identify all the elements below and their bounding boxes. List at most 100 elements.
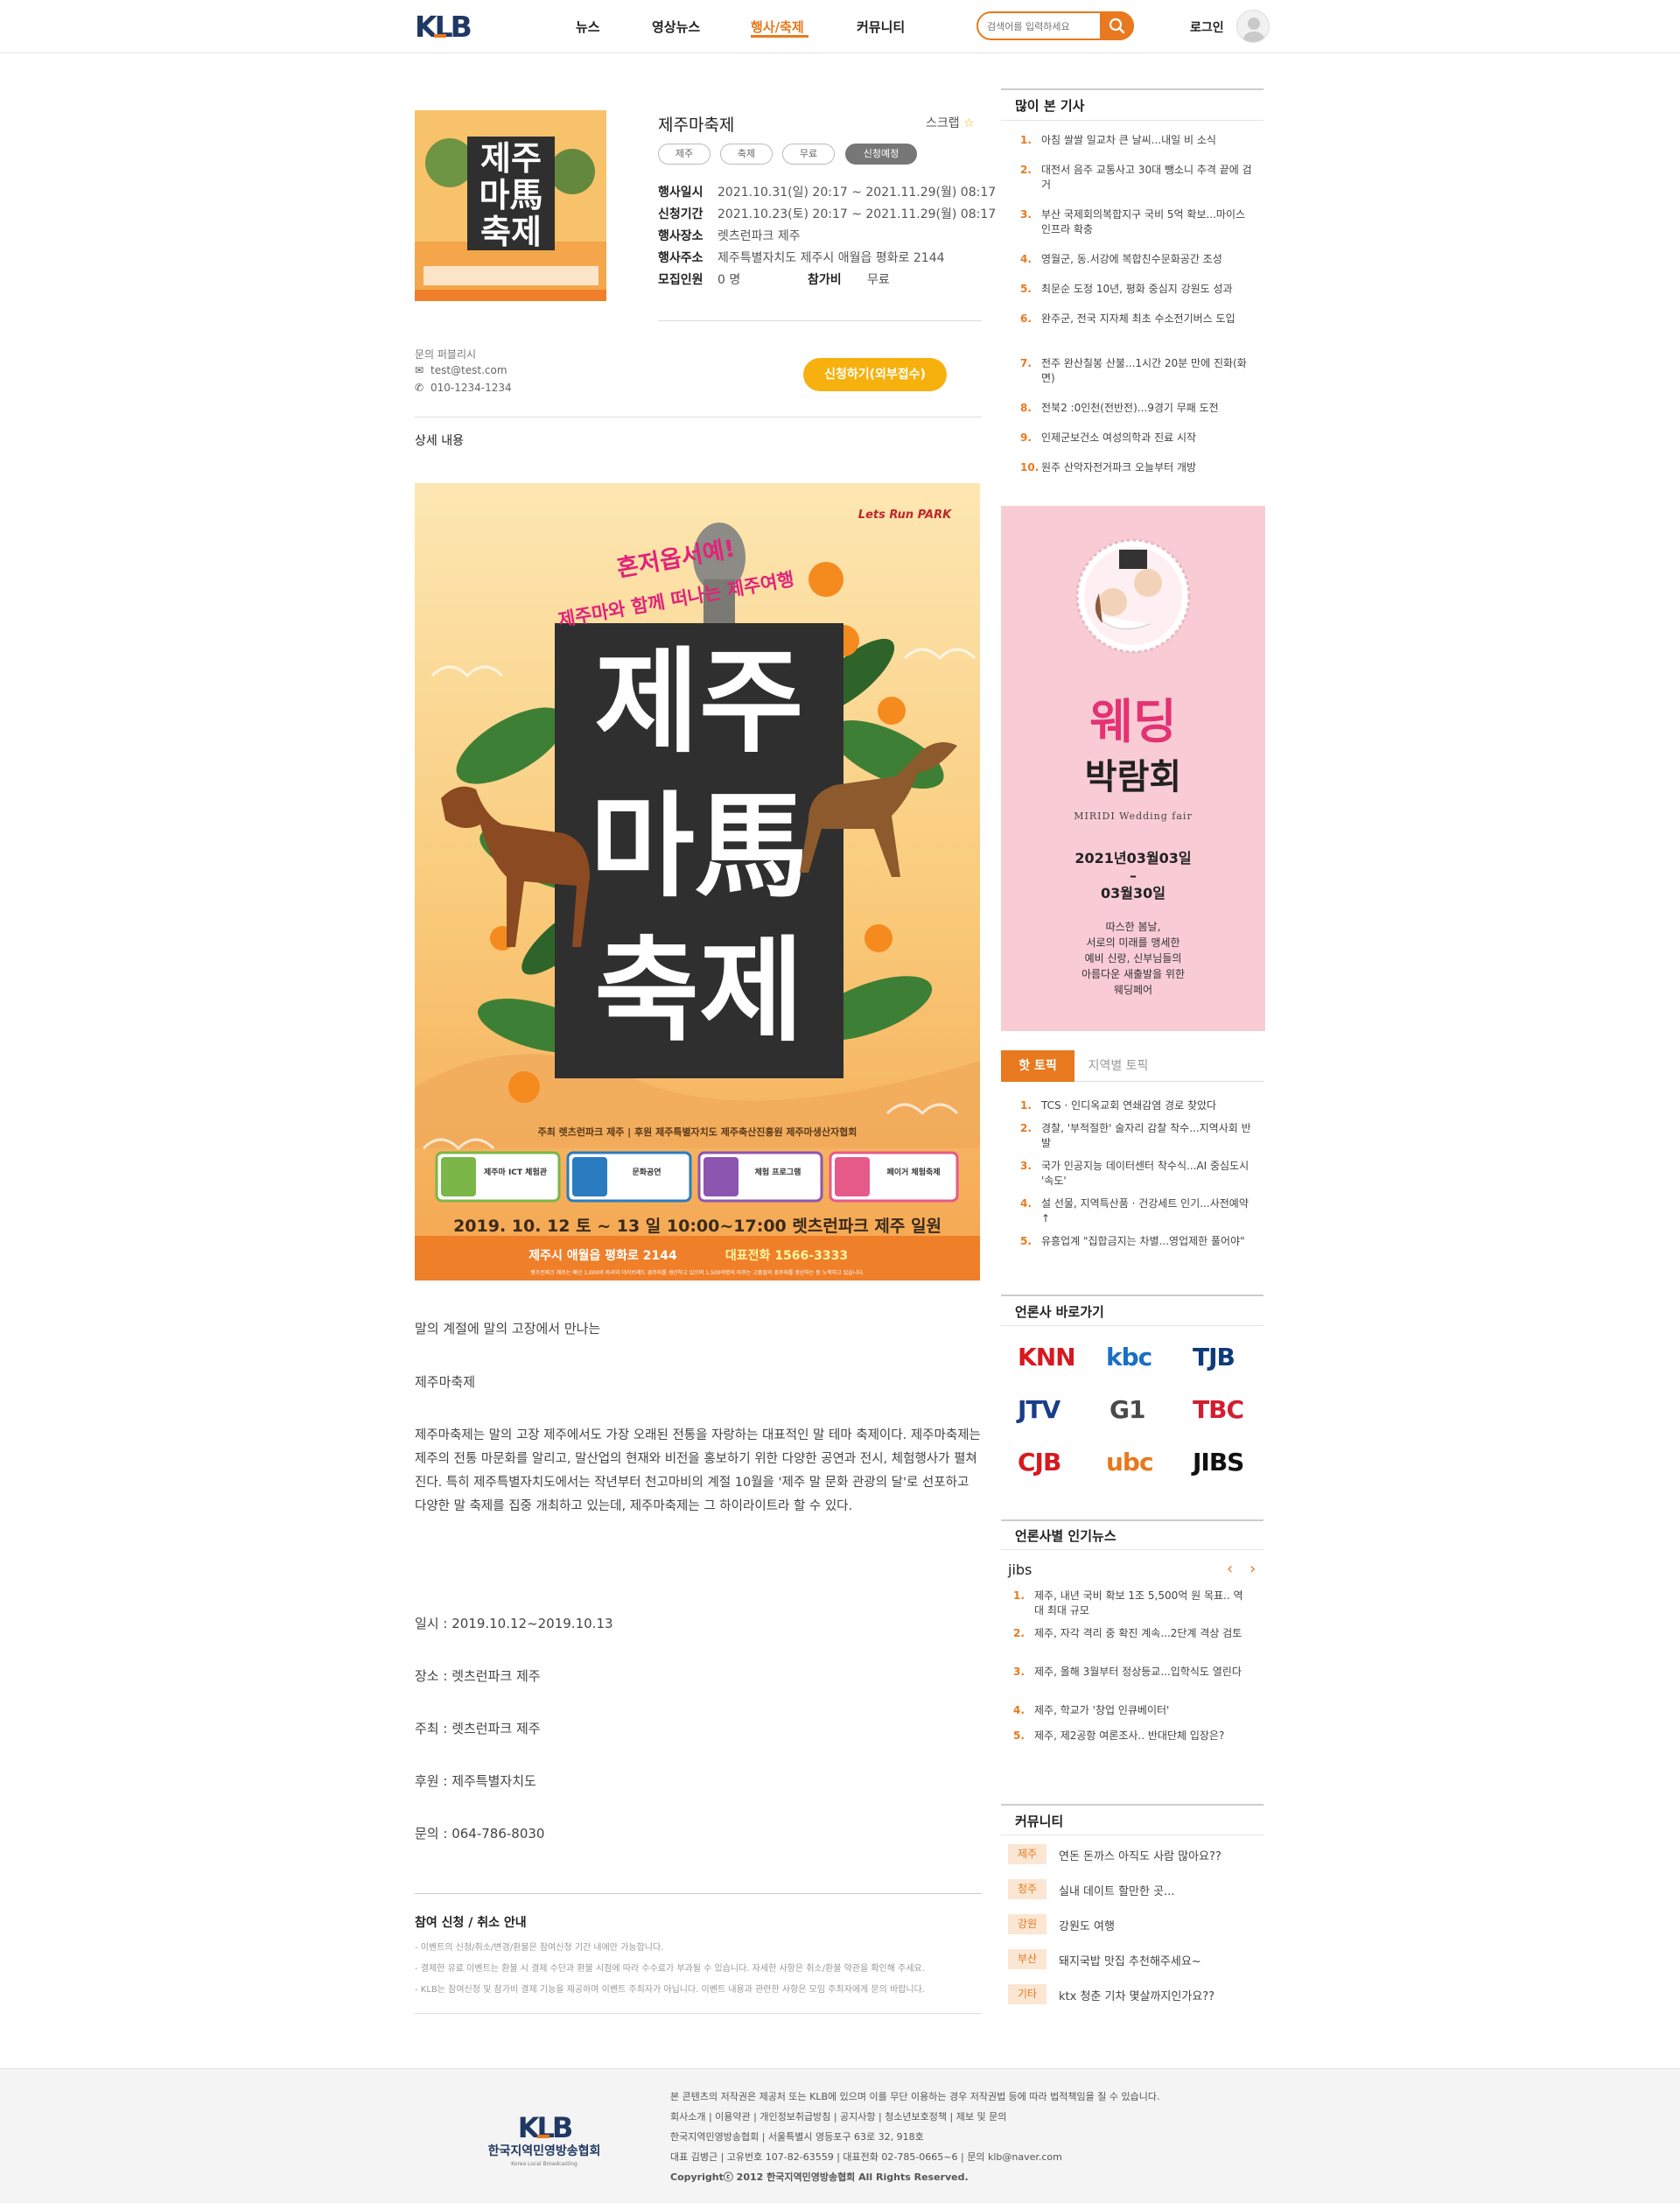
login-link[interactable]: 로그인 — [1190, 18, 1224, 36]
info-value-apply: 2021.10.23(토) 20:17 ~ 2021.11.29(월) 08:1… — [718, 207, 997, 221]
popular-item[interactable]: 9. 인제군보건소 여성의학과 진료 시작 — [1020, 431, 1256, 446]
search-input[interactable] — [987, 18, 1099, 35]
media-logo-knn[interactable]: KNN — [1018, 1343, 1076, 1372]
ad-desc-3: 예비 신랑, 신부님들의 — [1085, 952, 1182, 965]
divider — [415, 1893, 982, 1894]
section-divider — [1001, 1549, 1264, 1550]
media-logo-cjb[interactable]: CJB — [1018, 1448, 1061, 1477]
community-post-title: 연돈 돈까스 아직도 사람 많아요?? — [1059, 1850, 1222, 1863]
ad-date2: 03월30일 — [1101, 885, 1166, 902]
tab-hot-topic[interactable]: 핫 토픽 — [1001, 1050, 1074, 1082]
hot-item[interactable]: 4. 설 선물, 지역특산품 · 건강세트 인기...사전예약↑ — [1020, 1196, 1256, 1226]
media-logo-ubc[interactable]: ubc — [1106, 1448, 1154, 1477]
ad-date-dash: – — [1130, 867, 1137, 884]
popular-item[interactable]: 1. 아침 쌀쌀 일교차 큰 날씨...내일 비 소식 — [1020, 133, 1256, 148]
chevron-right-icon[interactable]: › — [1250, 1560, 1256, 1578]
media-popular-item[interactable]: 1. 제주, 내년 국비 확보 1조 5,500억 원 목표.. 역대 최대 규모 — [1013, 1589, 1250, 1618]
chevron-left-icon[interactable]: ‹ — [1227, 1560, 1233, 1578]
popular-item[interactable]: 10. 원주 산악자전거파크 오늘부터 개방 — [1020, 460, 1256, 475]
media-popular-item[interactable]: 3. 제주, 올해 3월부터 정상등교...입학식도 열린다 — [1013, 1665, 1250, 1680]
scrap-label: 스크랩 — [926, 116, 960, 130]
notice-line-3: - KLB는 참여신청 및 참가비 결제 기능을 제공하며 이벤트 주최자가 아… — [415, 1985, 925, 1995]
body-paragraph-1: 말의 계절에 말의 고장에서 만나는 — [415, 1321, 601, 1337]
poster-program-1: 제주마 ICT 체험관 — [484, 1167, 548, 1177]
ad-desc-5: 웨딩페어 — [1114, 984, 1152, 996]
community-item[interactable]: 기타 ktx 청춘 기차 몇살까지인가요?? — [1008, 1982, 1262, 2008]
phone-icon: ✆ — [415, 382, 424, 394]
community-item[interactable]: 청주 실내 데이트 할만한 곳... — [1008, 1877, 1262, 1903]
media-popular-item[interactable]: 4. 제주, 학교가 '창업 인큐베이터' — [1013, 1703, 1250, 1718]
poster-program-3: 체험 프로그램 — [755, 1167, 802, 1177]
media-logo-tbc[interactable]: TBC — [1193, 1395, 1244, 1424]
tag-category[interactable]: 축제 — [720, 144, 773, 165]
tab-underline — [1162, 1081, 1264, 1082]
body-inquiry: 문의 : 064-786-8030 — [415, 1826, 545, 1842]
body-paragraph-3: 제주마축제는 말의 고장 제주에서도 가장 오래된 전통을 자랑하는 대표적인 … — [415, 1428, 981, 1513]
phone-text: 010-1234-1234 — [430, 382, 512, 394]
hot-item[interactable]: 5. 유흥업계 "집합금지는 차별...영업제한 풀어야" — [1020, 1234, 1256, 1249]
community-post-title: ktx 청춘 기차 몇살까지인가요?? — [1059, 1990, 1215, 2003]
tag-price[interactable]: 무료 — [782, 144, 835, 165]
poster-phone: 대표전화 1566-3333 — [725, 1248, 848, 1263]
footer: KLB 한국지역민영방송협회 Korea Local Broadcasting … — [0, 2068, 1680, 2203]
tab-regional-topic[interactable]: 지역별 토픽 — [1074, 1050, 1162, 1082]
popular-item[interactable]: 7. 전주 완산칠봉 산불...1시간 20분 만에 진화(화면) — [1020, 356, 1256, 386]
hot-item[interactable]: 1. TCS · 인디옥교회 연쇄감염 경로 찾았다 — [1020, 1098, 1256, 1113]
media-popular-item[interactable]: 2. 제주, 자각 격리 중 확진 계속...2단계 격상 검토 — [1013, 1626, 1250, 1641]
community-item[interactable]: 강원 강원도 여행 — [1008, 1912, 1262, 1938]
hot-item[interactable]: 2. 경찰, '부적절한' 술자리 감찰 착수...지역사회 반발 — [1020, 1121, 1256, 1151]
nav-video-news[interactable]: 영상뉴스 — [652, 18, 700, 36]
divider — [415, 2013, 982, 2014]
email-text: test@test.com — [430, 364, 508, 376]
popular-item[interactable]: 3. 부산 국제회의복합지구 국비 5억 확보...마이스 인프라 확충 — [1020, 207, 1256, 237]
hot-item[interactable]: 3. 국가 인공지능 데이터센터 착수식...AI 중심도시 '속도' — [1020, 1159, 1256, 1189]
event-thumbnail[interactable]: 제주 마馬 축제 — [415, 110, 606, 301]
poster-park-logo: Lets Run PARK — [858, 509, 952, 522]
popular-item[interactable]: 4. 영월군, 동.서강에 복합친수문화공간 조성 — [1020, 252, 1256, 267]
avatar[interactable] — [1236, 10, 1270, 43]
search-icon — [1109, 18, 1125, 34]
media-logo-tjb[interactable]: TJB — [1193, 1343, 1236, 1372]
footer-klb-logo: KLB 한국지역민영방송협회 Korea Local Broadcasting — [488, 2111, 601, 2167]
poster-date: 2019. 10. 12 토 ~ 13 일 10:00~17:00 렛츠런파크 … — [453, 1217, 942, 1236]
poster-fine-print: 렛츠런파크 제주는 매년 1,000여 마리의 더러브레드 경주마를 생산하고 … — [530, 1269, 864, 1276]
nav-news[interactable]: 뉴스 — [576, 18, 600, 36]
media-logo-g1[interactable]: G1 — [1110, 1395, 1145, 1424]
scrap-button[interactable]: 스크랩 ☆ — [926, 114, 975, 131]
info-label-place: 행사장소 — [658, 229, 704, 243]
popular-item[interactable]: 2. 대전서 음주 교통사고 30대 뺑소니 추격 끝에 검거 — [1020, 163, 1256, 193]
apply-button[interactable]: 신청하기(외부접수) — [803, 358, 947, 391]
ad-desc-1: 따스한 봄날, — [1106, 921, 1161, 933]
media-logo-jtv[interactable]: JTV — [1018, 1395, 1060, 1424]
info-value-date: 2021.10.31(일) 20:17 ~ 2021.11.29(월) 08:1… — [718, 186, 997, 200]
info-label-date: 행사일시 — [658, 186, 704, 200]
event-title: 제주마축제 — [658, 116, 735, 135]
search-button[interactable] — [1100, 11, 1134, 40]
tag-status: 신청예정 — [845, 144, 917, 165]
media-logo-jibs[interactable]: JIBS — [1193, 1448, 1244, 1477]
community-item[interactable]: 부산 돼지국밥 맛집 추천해주세요~ — [1008, 1947, 1262, 1973]
ad-desc-2: 서로의 미래를 맹세한 — [1087, 937, 1180, 949]
nav-events[interactable]: 행사/축제 — [751, 18, 804, 36]
popular-item[interactable]: 5. 최문순 도정 10년, 평화 중심지 강원도 성과 — [1020, 282, 1256, 297]
body-paragraph-2: 제주마축제 — [415, 1374, 476, 1390]
svg-text:마馬: 마馬 — [480, 176, 543, 214]
contact-heading: 문의 퍼블리시 — [415, 348, 477, 361]
popular-item[interactable]: 8. 전북2 :0인천(전반전)...9경기 무패 도전 — [1020, 401, 1256, 416]
footer-links[interactable]: 회사소개 | 이용약관 | 개인정보취급방침 | 공지사항 | 청소년보호정책 … — [670, 2109, 1006, 2123]
media-popular-item[interactable]: 5. 제주, 제2공항 여론조사.. 반대단체 입장은? — [1013, 1729, 1250, 1743]
klb-logo[interactable]: KLB — [415, 11, 495, 40]
wedding-fair-ad[interactable]: 웨딩 박람회 MIRIDI Wedding fair 2021년03월03일 –… — [1001, 506, 1265, 1031]
community-post-title: 돼지국밥 맛집 추천해주세요~ — [1059, 1955, 1201, 1968]
community-heading: 커뮤니티 — [1015, 1814, 1064, 1829]
poster-program-4: 페이거 체험축제 — [886, 1167, 940, 1177]
media-logo-kbc[interactable]: kbc — [1106, 1343, 1152, 1372]
info-value-fee: 무료 — [867, 273, 890, 287]
nav-community[interactable]: 커뮤니티 — [857, 18, 905, 36]
mail-icon: ✉ — [415, 364, 424, 376]
section-divider — [1001, 1325, 1264, 1326]
body-sponsor: 후원 : 제주특별자치도 — [415, 1773, 536, 1789]
popular-item[interactable]: 6. 완주군, 전국 지자체 최초 수소전기버스 도입 — [1020, 312, 1256, 326]
tag-region[interactable]: 제주 — [658, 144, 710, 165]
community-item[interactable]: 제주 연돈 돈까스 아직도 사람 많아요?? — [1008, 1842, 1262, 1868]
